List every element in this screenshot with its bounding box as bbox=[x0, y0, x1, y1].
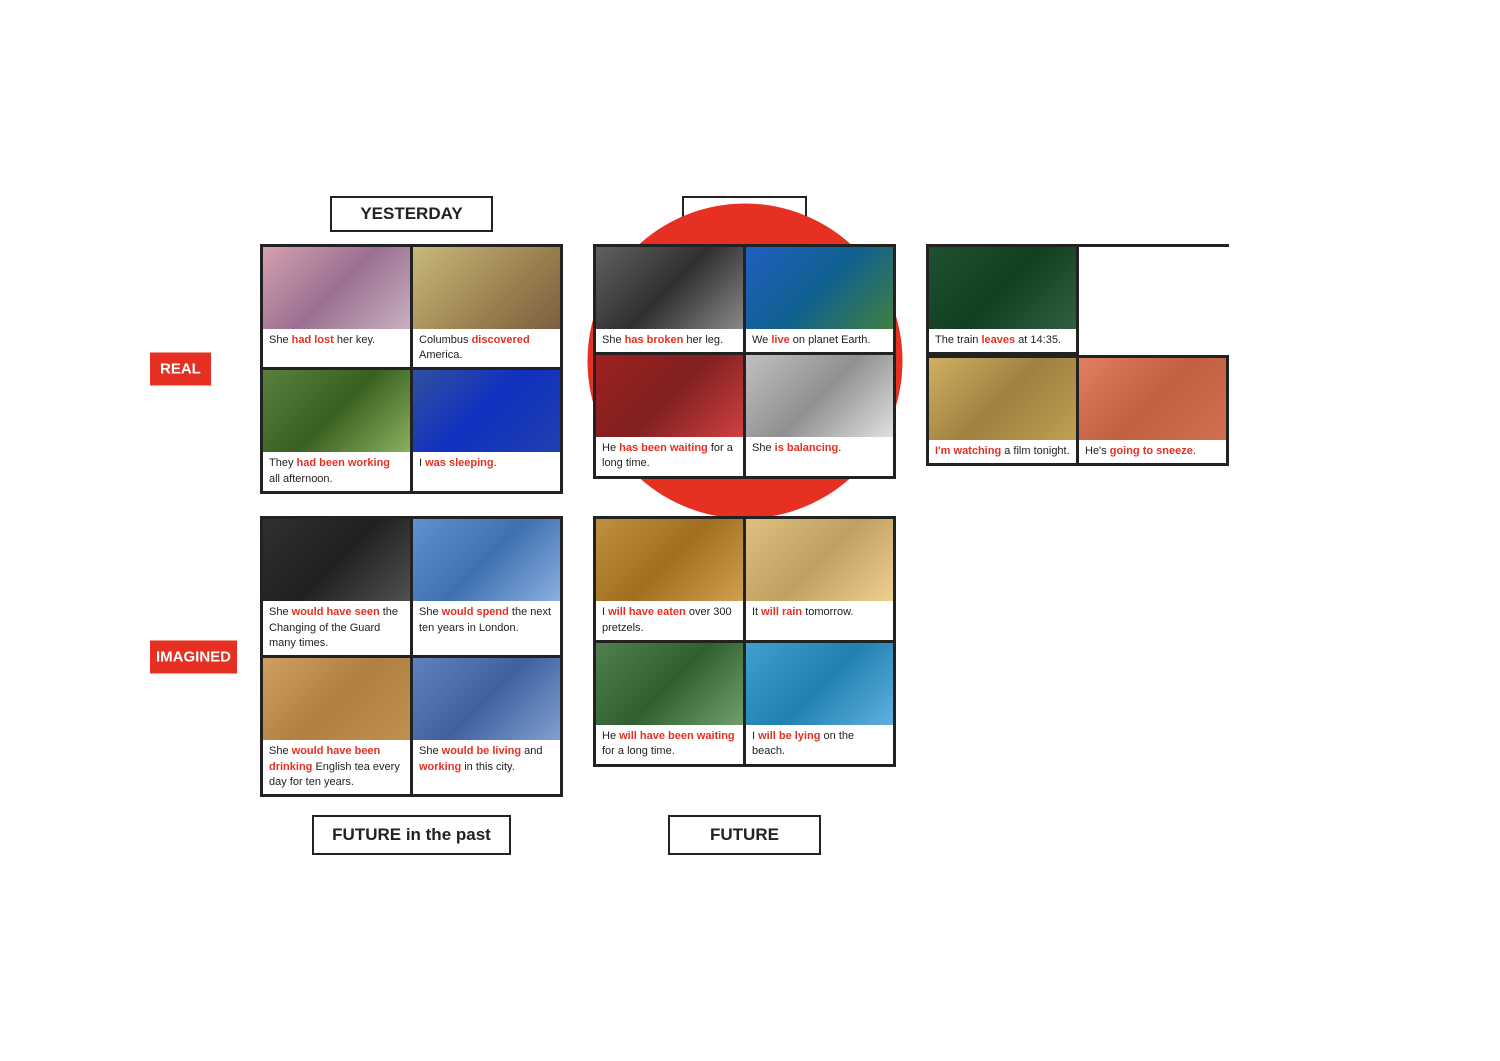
img-city bbox=[413, 658, 560, 740]
img-leg bbox=[596, 247, 743, 329]
cell-future-imagined-3: He will have been waiting for a long tim… bbox=[596, 643, 746, 767]
img-guard bbox=[263, 519, 410, 601]
cell-now-real-2: We live on planet Earth. bbox=[746, 247, 896, 355]
cell-future-imagined-4: I will be lying on the beach. bbox=[746, 643, 896, 767]
text-future-imagined-1: I will have eaten over 300 pretzels. bbox=[596, 601, 743, 640]
cell-fp-imagined-4: She would be living and working in this … bbox=[413, 658, 563, 797]
cell-now-real-3: He has been waiting for a long time. bbox=[596, 355, 746, 479]
text-yesterday-real-4: I was sleeping. bbox=[413, 452, 560, 491]
text-future-imagined-4: I will be lying on the beach. bbox=[746, 725, 893, 764]
cell-yesterday-real-4: I was sleeping. bbox=[413, 370, 563, 494]
cell-future-right-2: I'm watching a film tonight. bbox=[929, 358, 1079, 466]
img-workers bbox=[263, 370, 410, 452]
text-now-real-2: We live on planet Earth. bbox=[746, 329, 893, 352]
real-label: REAL bbox=[150, 352, 211, 385]
img-beach bbox=[746, 643, 893, 725]
img-monkey bbox=[596, 643, 743, 725]
img-girl bbox=[263, 247, 410, 329]
cell-future-right-3: He's going to sneeze. bbox=[1079, 358, 1229, 466]
img-tea bbox=[263, 658, 410, 740]
img-railway bbox=[929, 247, 1076, 329]
cell-yesterday-real-2: Columbus discovered America. bbox=[413, 247, 563, 371]
img-clock bbox=[413, 370, 560, 452]
future-past-imagined-grid: She would have seen the Changing of the … bbox=[260, 516, 563, 797]
img-earth bbox=[746, 247, 893, 329]
cell-future-imagined-2: It will rain tomorrow. bbox=[746, 519, 896, 643]
cell-future-right-1: The train leaves at 14:35. bbox=[929, 247, 1079, 355]
text-future-imagined-2: It will rain tomorrow. bbox=[746, 601, 893, 640]
img-film bbox=[929, 358, 1076, 440]
cell-yesterday-real-3: They had been working all afternoon. bbox=[263, 370, 413, 494]
cell-now-real-4: She is balancing. bbox=[746, 355, 896, 479]
text-yesterday-real-3: They had been working all afternoon. bbox=[263, 452, 410, 491]
yesterday-real-grid: She had lost her key. Columbus discovere… bbox=[260, 244, 563, 495]
text-fp-imagined-4: She would be living and working in this … bbox=[413, 740, 560, 794]
cell-fp-imagined-1: She would have seen the Changing of the … bbox=[263, 519, 413, 658]
text-fp-imagined-2: She would spend the next ten years in Lo… bbox=[413, 601, 560, 655]
text-fp-imagined-1: She would have seen the Changing of the … bbox=[263, 601, 410, 655]
future-imagined-grid: I will have eaten over 300 pretzels. It … bbox=[593, 516, 896, 767]
imagined-label: IMAGINED bbox=[150, 640, 237, 673]
text-now-real-1: She has broken her leg. bbox=[596, 329, 743, 352]
img-crystal bbox=[746, 519, 893, 601]
img-wait bbox=[596, 355, 743, 437]
img-sneeze bbox=[1079, 358, 1226, 440]
img-london bbox=[413, 519, 560, 601]
text-yesterday-real-2: Columbus discovered America. bbox=[413, 329, 560, 368]
img-pretzels bbox=[596, 519, 743, 601]
label-future: FUTURE bbox=[668, 815, 821, 855]
text-fp-imagined-3: She would have been drinking English tea… bbox=[263, 740, 410, 794]
header-yesterday: YESTERDAY bbox=[330, 196, 492, 232]
text-future-right-2: I'm watching a film tonight. bbox=[929, 440, 1076, 463]
text-future-right-3: He's going to sneeze. bbox=[1079, 440, 1226, 463]
label-future-past: FUTURE in the past bbox=[312, 815, 511, 855]
img-columbus bbox=[413, 247, 560, 329]
cell-now-real-1: She has broken her leg. bbox=[596, 247, 746, 355]
text-now-real-3: He has been waiting for a long time. bbox=[596, 437, 743, 476]
text-yesterday-real-1: She had lost her key. bbox=[263, 329, 410, 368]
text-now-real-4: She is balancing. bbox=[746, 437, 893, 476]
cell-fp-imagined-3: She would have been drinking English tea… bbox=[263, 658, 413, 797]
text-future-imagined-3: He will have been waiting for a long tim… bbox=[596, 725, 743, 764]
cell-yesterday-real-1: She had lost her key. bbox=[263, 247, 413, 371]
cell-fp-imagined-2: She would spend the next ten years in Lo… bbox=[413, 519, 563, 658]
now-real-grid: She has broken her leg. We live on plane… bbox=[593, 244, 896, 479]
text-future-right-1: The train leaves at 14:35. bbox=[929, 329, 1076, 352]
cell-future-imagined-1: I will have eaten over 300 pretzels. bbox=[596, 519, 746, 643]
future-right-real: The train leaves at 14:35. I'm watching … bbox=[926, 244, 1229, 467]
img-balance bbox=[746, 355, 893, 437]
now-real-wrapper: She has broken her leg. We live on plane… bbox=[593, 244, 896, 479]
page-wrapper: YESTERDAY NOW REAL She had lost her key bbox=[0, 0, 1500, 1061]
